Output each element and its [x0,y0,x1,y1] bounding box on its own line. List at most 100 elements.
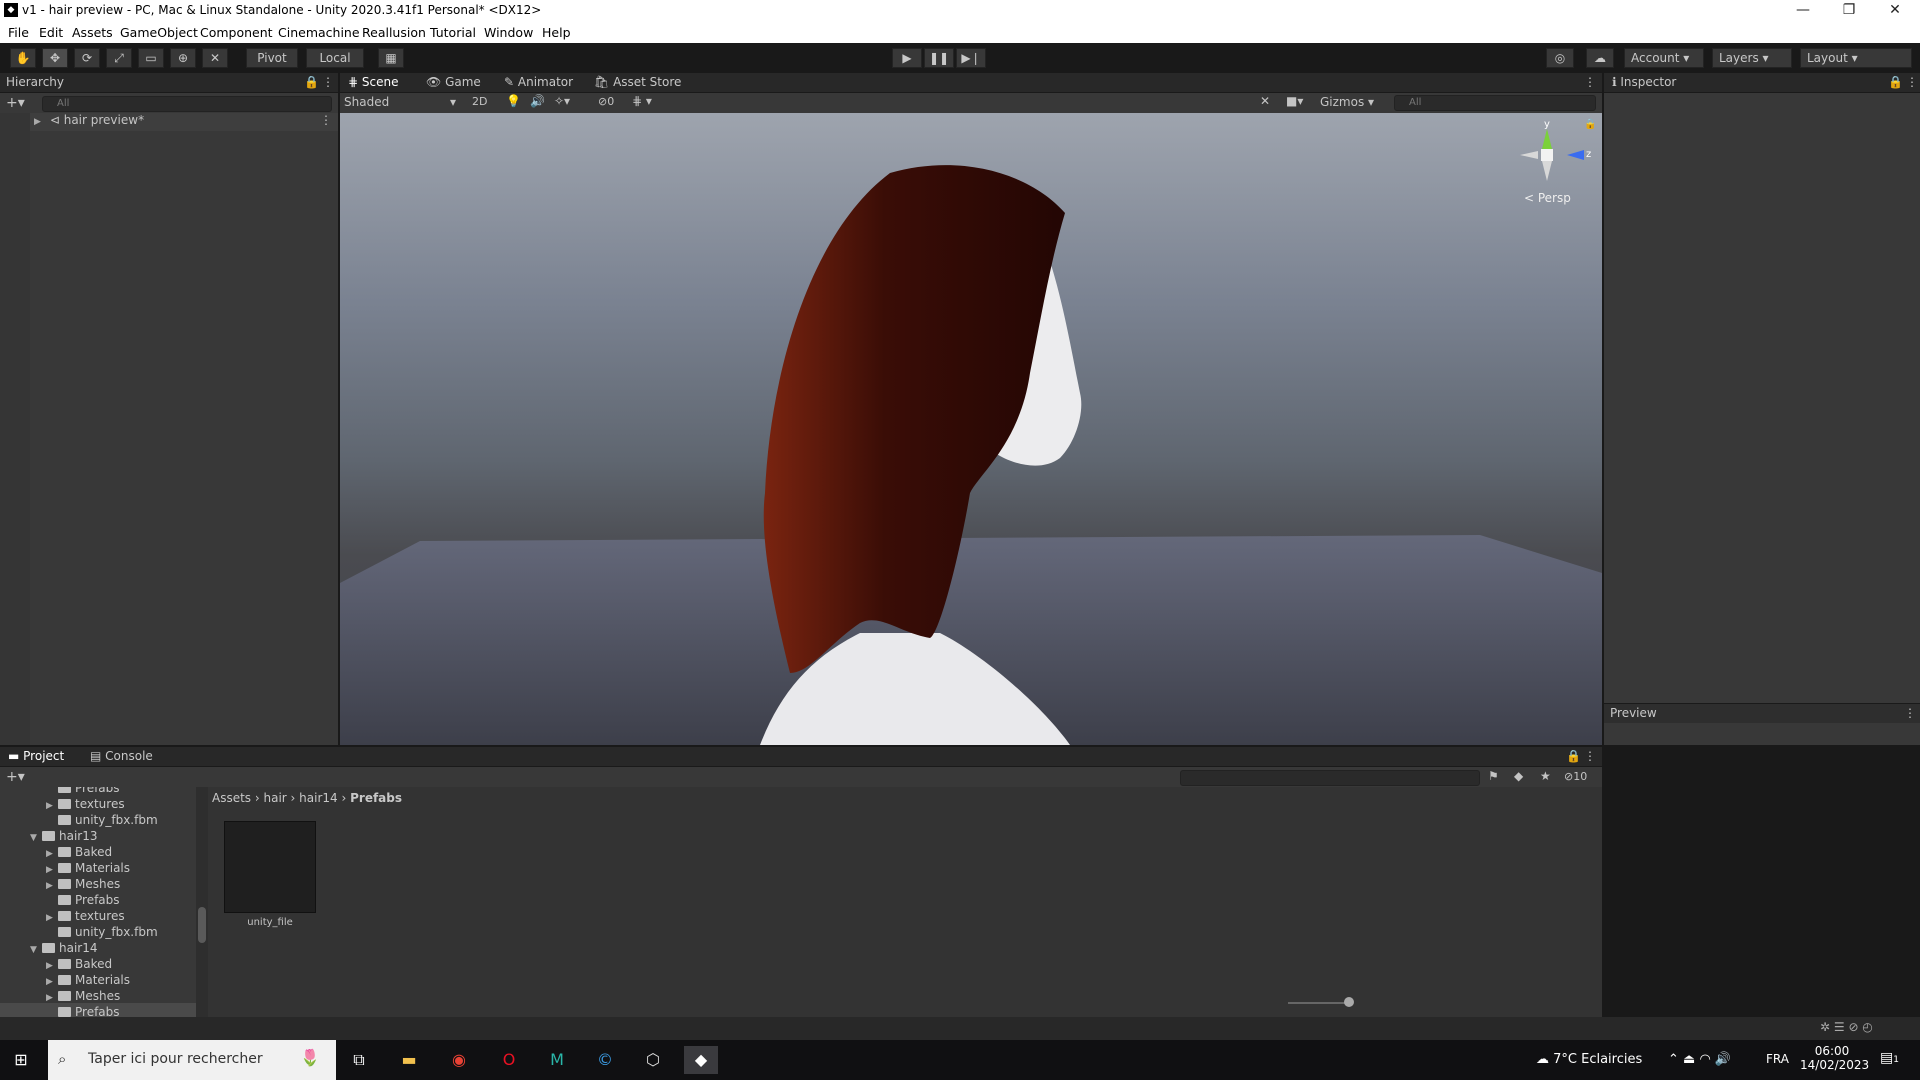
hidden-objects-toggle[interactable]: ⊘0 [598,95,614,108]
tab-console[interactable]: ▤ Console [90,749,153,763]
close-icon[interactable]: ✕ [1872,0,1918,22]
hand-tool-icon[interactable]: ✋ [10,48,36,68]
pause-button[interactable]: ❚❚ [924,48,954,68]
tree-item[interactable]: ▶ textures [46,797,125,811]
tree-item[interactable]: ▶ Baked [46,845,112,859]
menu-help[interactable]: Help [542,25,571,40]
tree-item[interactable]: ▶ Baked [46,957,112,971]
tree-item[interactable]: ▼ hair13 [30,829,98,843]
scene-viewport[interactable]: y z 🔒 < Persp [340,113,1602,745]
tree-item[interactable]: ▶ textures [46,909,125,923]
hidden-assets-toggle[interactable]: ⊘10 [1564,770,1587,783]
clock[interactable]: 06:00 14/02/2023 [1800,1044,1869,1072]
menu-gameobject[interactable]: GameObject [120,25,198,40]
windows-start-icon[interactable]: ⊞ [4,1046,38,1074]
chrome-icon[interactable]: ◉ [442,1046,476,1074]
character-creator-icon[interactable]: © [588,1046,622,1074]
pivot-toggle[interactable]: Pivot [246,48,298,68]
tree-item[interactable]: ▶ Materials [46,861,130,875]
filter-type-icon[interactable]: ⚑ [1488,769,1499,783]
menu-assets[interactable]: Assets [72,25,113,40]
perspective-label[interactable]: < Persp [1524,191,1571,205]
breadcrumb-prefabs[interactable]: Prefabs [350,791,402,805]
local-toggle[interactable]: Local [306,48,364,68]
weather[interactable]: ☁ 7°C Eclaircies [1536,1052,1642,1067]
scrollbar-thumb[interactable] [198,907,206,943]
expand-arrow-icon[interactable]: ▶ [34,117,46,127]
scene-menu-icon[interactable]: ⋮ [320,113,332,127]
tree-item[interactable]: ▶ Meshes [46,877,120,891]
zoom-slider-handle[interactable] [1344,997,1354,1007]
grid-snap-icon[interactable]: ▦ [378,48,404,68]
scene-search[interactable]: All [1394,95,1596,111]
collab-icon[interactable]: ◎ [1546,48,1574,68]
menu-tutorial[interactable]: Tutorial [430,25,476,40]
cloud-icon[interactable]: ☁ [1586,48,1614,68]
tree-scrollbar[interactable] [196,787,208,1017]
lighting-icon[interactable]: 💡 [506,94,521,108]
create-button[interactable]: +▾ [6,95,25,111]
project-search[interactable] [1180,770,1480,786]
rect-tool-icon[interactable]: ▭ [138,48,164,68]
asset-thumbnail[interactable] [224,821,316,913]
menu-cinemachine[interactable]: Cinemachine [278,25,360,40]
maya-icon[interactable]: M [540,1046,574,1074]
opera-icon[interactable]: O [492,1046,526,1074]
breadcrumb-hair[interactable]: hair [264,791,287,805]
custom-tool-icon[interactable]: ✕ [202,48,228,68]
account-dropdown[interactable]: Account ▾ [1624,48,1704,68]
tree-item[interactable]: Prefabs [58,787,120,795]
file-explorer-icon[interactable]: ▬ [392,1046,426,1074]
tab-hierarchy[interactable]: Hierarchy [6,75,64,89]
gizmos-dropdown[interactable]: Gizmos ▾ [1320,95,1374,109]
preview-more-icon[interactable]: ⋮ [1904,706,1916,720]
menu-file[interactable]: File [8,25,29,40]
unity-editor-icon[interactable]: ◆ [684,1046,718,1074]
unity-hub-icon[interactable]: ⬡ [636,1046,670,1074]
scene-more-icon[interactable]: ⋮ [1584,75,1596,89]
play-button[interactable]: ▶ [892,48,922,68]
tab-game[interactable]: 👁 Game [426,75,481,89]
notification-icon[interactable]: ▤1 [1880,1050,1899,1066]
shading-dropdown[interactable]: Shaded ▾ [344,95,460,111]
2d-toggle[interactable]: 2D [472,95,487,108]
breadcrumb-assets[interactable]: Assets [212,791,251,805]
language-indicator[interactable]: FRA [1766,1052,1789,1066]
transform-tool-icon[interactable]: ⊕ [170,48,196,68]
camera-icon[interactable]: ■▾ [1286,94,1303,108]
scene-row[interactable]: ▶ ⊲ hair preview* ⋮ [30,113,338,131]
tree-item[interactable]: Prefabs [58,893,120,907]
breadcrumb-hair14[interactable]: hair14 [299,791,338,805]
orientation-gizmo[interactable]: y z 🔒 < Persp [1520,119,1596,205]
zoom-slider[interactable] [1288,1002,1348,1004]
grid-icon[interactable]: ⋕ ▾ [632,94,652,108]
tab-animator[interactable]: ✎ Animator [504,75,573,89]
scale-tool-icon[interactable]: ⤢ [106,48,132,68]
audio-icon[interactable]: 🔊 [530,94,545,108]
effects-icon[interactable]: ✧▾ [554,94,570,108]
project-create-button[interactable]: +▾ [6,769,25,785]
tree-item[interactable]: ▶ Materials [46,973,130,987]
lock-icon[interactable]: 🔒 [304,75,319,89]
layout-dropdown[interactable]: Layout ▾ [1800,48,1912,68]
minimize-icon[interactable]: — [1780,0,1826,22]
restore-icon[interactable]: ❐ [1826,0,1872,22]
gizmo-lock-icon[interactable]: 🔒 [1584,119,1596,130]
tree-item[interactable]: ▶ Meshes [46,989,120,1003]
tree-item[interactable]: ▼ hair14 [30,941,98,955]
menu-component[interactable]: Component [200,25,273,40]
menu-edit[interactable]: Edit [39,25,63,40]
hierarchy-search[interactable]: All [42,96,332,112]
tree-item[interactable]: unity_fbx.fbm [58,925,158,939]
taskbar-search[interactable]: ⌕ Taper ici pour rechercher 🌷 [48,1040,336,1080]
tray-icons[interactable]: ⌃ ⏏ ◠ 🔊 [1668,1052,1731,1067]
tree-item-selected[interactable]: Prefabs [0,1003,196,1017]
inspector-more-icon[interactable]: ⋮ [1906,75,1918,89]
step-button[interactable]: ▶❘ [956,48,986,68]
tab-inspector[interactable]: ℹ Inspector [1612,75,1676,89]
rotate-tool-icon[interactable]: ⟳ [74,48,100,68]
project-lock-icon[interactable]: 🔒 [1566,749,1581,763]
task-view-icon[interactable]: ⧉ [342,1046,376,1074]
inspector-lock-icon[interactable]: 🔒 [1888,75,1903,89]
tools-icon[interactable]: ✕ [1260,94,1270,108]
